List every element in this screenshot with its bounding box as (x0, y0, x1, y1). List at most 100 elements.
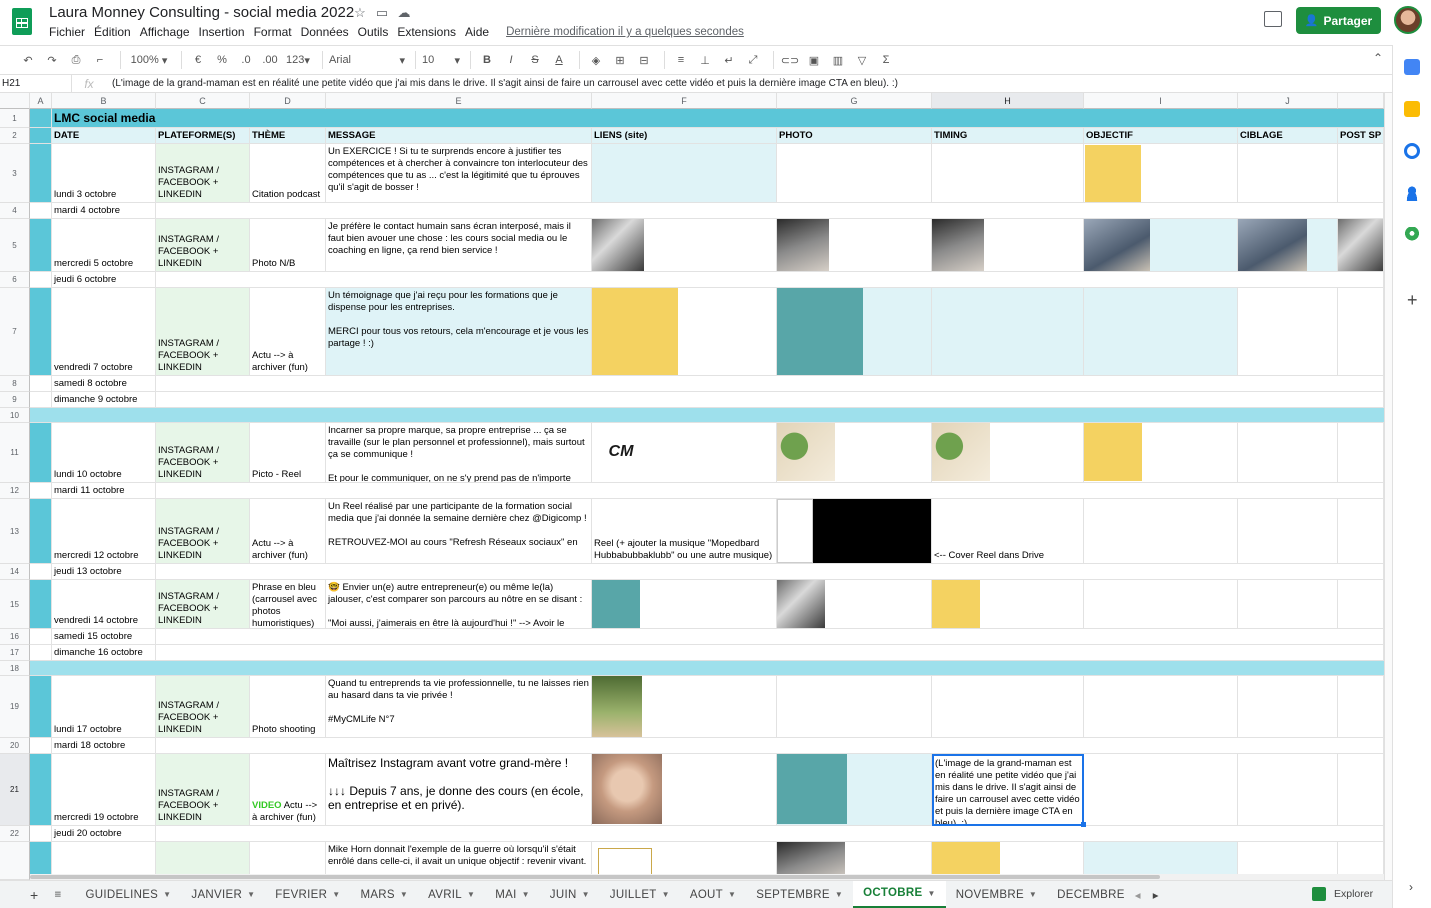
cell[interactable] (156, 392, 1384, 408)
collapse-menus-icon[interactable]: ⌃ (1373, 51, 1383, 65)
cell[interactable] (1338, 423, 1384, 483)
photo-thumbnail[interactable] (777, 580, 825, 628)
cell[interactable] (30, 580, 52, 629)
maps-icon[interactable] (1404, 227, 1420, 243)
cell[interactable] (30, 128, 52, 144)
photo-thumbnail[interactable] (932, 219, 984, 271)
timing-cell[interactable] (932, 219, 1084, 272)
cell[interactable] (30, 109, 52, 128)
photo-thumbnail[interactable] (1238, 219, 1307, 271)
cell[interactable] (1338, 144, 1384, 203)
explore-button[interactable]: Explorer (1312, 883, 1384, 905)
theme-cell[interactable]: Picto - Reel (250, 423, 326, 483)
scroll-tabs-right-icon[interactable]: ▸ (1147, 881, 1165, 908)
photo-cell[interactable] (777, 288, 932, 376)
tab-aout[interactable]: AOUT ▼ (680, 881, 746, 908)
row-header[interactable]: 16 (0, 629, 30, 645)
timing-cell[interactable] (932, 676, 1084, 738)
cell[interactable] (30, 219, 52, 272)
menu-data[interactable]: Données (301, 24, 349, 42)
platform-cell[interactable]: INSTAGRAM / FACEBOOK + LINKEDIN (156, 580, 250, 629)
tab-avril[interactable]: AVRIL ▼ (418, 881, 485, 908)
column-header-i[interactable]: I (1084, 93, 1238, 109)
sheet-title-cell[interactable]: LMC social media (52, 109, 1384, 128)
show-side-panel-icon[interactable]: › (1409, 880, 1413, 894)
date-cell[interactable]: jeudi 20 octobre (52, 826, 156, 842)
row-header[interactable]: 5 (0, 219, 30, 272)
tab-janvier[interactable]: JANVIER ▼ (181, 881, 265, 908)
tab-septembre[interactable]: SEPTEMBRE ▼ (746, 881, 853, 908)
objective-cell[interactable] (1084, 144, 1238, 203)
row-header[interactable] (0, 842, 30, 880)
objective-cell[interactable] (1084, 580, 1238, 629)
photo-thumbnail[interactable] (932, 423, 990, 481)
photo-thumbnail[interactable] (934, 146, 988, 200)
message-cell[interactable]: Un Reel réalisé par une participante de … (326, 499, 592, 564)
link-cell[interactable] (592, 219, 777, 272)
functions-icon[interactable]: Σ (876, 50, 896, 70)
cell[interactable] (156, 564, 1384, 580)
cell[interactable] (1238, 499, 1338, 564)
date-cell[interactable]: samedi 15 octobre (52, 629, 156, 645)
theme-cell[interactable]: Citation podcast (250, 144, 326, 203)
platform-cell[interactable]: INSTAGRAM / FACEBOOK + LINKEDIN (156, 499, 250, 564)
row-header[interactable]: 21 (0, 754, 30, 826)
number-format-select[interactable]: 123 ▾ (284, 50, 312, 70)
photo-cell[interactable] (777, 144, 932, 203)
cell[interactable] (156, 376, 1384, 392)
header-timing[interactable]: TIMING (932, 128, 1084, 144)
sheets-logo-icon[interactable] (12, 8, 32, 35)
photo-thumbnail[interactable] (779, 146, 833, 200)
cell[interactable] (1238, 288, 1338, 376)
cell[interactable] (1238, 580, 1338, 629)
tab-mars[interactable]: MARS ▼ (350, 881, 418, 908)
tab-juin[interactable]: JUIN ▼ (540, 881, 600, 908)
cell[interactable] (156, 272, 1384, 288)
row-header[interactable]: 3 (0, 144, 30, 203)
column-header-e[interactable]: E (326, 93, 592, 109)
row-header[interactable]: 6 (0, 272, 30, 288)
increase-decimals-button[interactable]: .00 (260, 50, 280, 70)
photo-thumbnail[interactable] (1084, 423, 1142, 481)
cell[interactable] (30, 272, 52, 288)
cell[interactable] (1338, 580, 1384, 629)
currency-button[interactable]: € (188, 50, 208, 70)
date-cell[interactable]: vendredi 14 octobre (52, 580, 156, 629)
row-header[interactable]: 8 (0, 376, 30, 392)
menu-view[interactable]: Affichage (140, 24, 190, 42)
zoom-select[interactable]: 100% ▾ (127, 50, 171, 70)
objective-cell[interactable] (1084, 423, 1238, 483)
column-header-d[interactable]: D (250, 93, 326, 109)
print-icon[interactable]: ⎙ (66, 50, 86, 70)
photo-thumbnail[interactable] (777, 288, 863, 375)
formula-input[interactable]: (L'image de la grand-maman est en réalit… (106, 78, 898, 89)
link-cell[interactable] (592, 676, 777, 738)
bold-button[interactable]: B (477, 50, 497, 70)
timing-cell[interactable] (932, 423, 1084, 483)
horizontal-align-icon[interactable]: ≡ (671, 50, 691, 70)
theme-cell[interactable]: Photo shooting (250, 676, 326, 738)
move-folder-icon[interactable]: ▭ (374, 5, 390, 21)
insert-comment-icon[interactable]: ▣ (804, 50, 824, 70)
video-thumbnail[interactable] (813, 499, 931, 563)
tab-juillet[interactable]: JUILLET ▼ (600, 881, 680, 908)
date-cell[interactable]: vendredi 7 octobre (52, 288, 156, 376)
date-cell[interactable]: mercredi 12 octobre (52, 499, 156, 564)
column-header-a[interactable]: A (30, 93, 52, 109)
photo-thumbnail[interactable] (1338, 219, 1383, 271)
objective-cell[interactable] (1084, 754, 1238, 826)
cell[interactable] (30, 645, 52, 661)
cell[interactable] (30, 629, 52, 645)
week-separator-row[interactable] (30, 408, 1384, 423)
row-header[interactable]: 11 (0, 423, 30, 483)
platform-cell[interactable]: INSTAGRAM / FACEBOOK + LINKEDIN (156, 754, 250, 826)
cell[interactable] (30, 564, 52, 580)
paint-format-icon[interactable]: ⌐ (90, 50, 110, 70)
tab-fevrier[interactable]: FEVRIER ▼ (265, 881, 350, 908)
cell[interactable] (1338, 499, 1384, 564)
menu-help[interactable]: Aide (465, 24, 489, 42)
sheet-grid[interactable]: A B C D E F G H I J 1 2 3 4 5 6 7 8 9 10… (0, 93, 1384, 880)
column-header-f[interactable]: F (592, 93, 777, 109)
theme-cell[interactable]: Actu --> à archiver (fun) (250, 499, 326, 564)
text-wrap-icon[interactable]: ↵ (719, 50, 739, 70)
